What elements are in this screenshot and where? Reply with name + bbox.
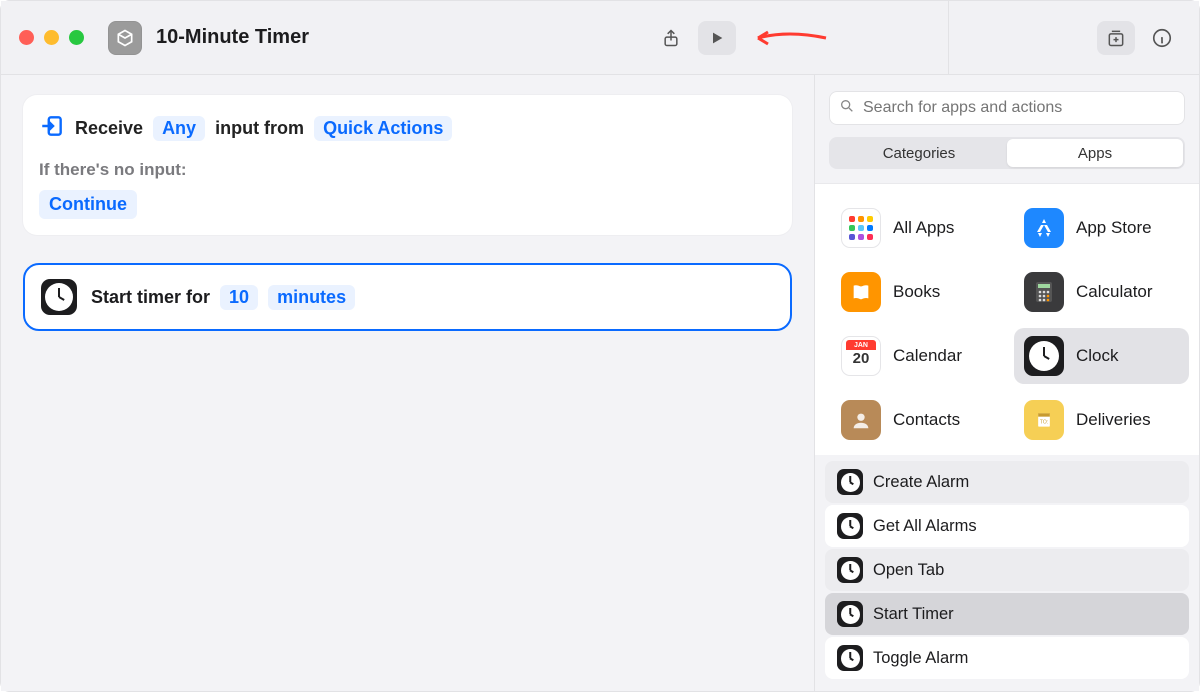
app-label: Contacts <box>893 410 960 430</box>
action-label: Create Alarm <box>873 473 969 492</box>
shortcut-icon <box>108 21 142 55</box>
page-title: 10-Minute Timer <box>156 26 309 49</box>
action-row-start-timer[interactable]: Start Timer <box>825 593 1189 635</box>
library-button[interactable] <box>1097 21 1135 55</box>
clock-actions-list: Create Alarm Get All Alarms Open Tab Sta… <box>815 455 1199 691</box>
app-item-clock[interactable]: Clock <box>1014 328 1189 384</box>
action-label: Get All Alarms <box>873 517 977 536</box>
titlebar: 10-Minute Timer <box>1 1 1199 75</box>
calculator-icon <box>1024 272 1064 312</box>
sidebar-tabs: Categories Apps <box>829 137 1185 169</box>
receive-mid: input from <box>215 118 304 139</box>
deliveries-icon: TO: <box>1024 400 1064 440</box>
start-timer-action-card[interactable]: Start timer for 10 minutes <box>23 263 792 331</box>
app-item-calendar[interactable]: JAN 20 Calendar <box>831 328 1006 384</box>
tab-apps[interactable]: Apps <box>1007 139 1183 167</box>
search-input[interactable] <box>863 99 1175 117</box>
action-row-create-alarm[interactable]: Create Alarm <box>825 461 1189 503</box>
app-label: Deliveries <box>1076 410 1151 430</box>
app-label: Calculator <box>1076 282 1153 302</box>
input-source-token[interactable]: Quick Actions <box>314 116 452 141</box>
calendar-icon: JAN 20 <box>841 336 881 376</box>
app-item-contacts[interactable]: Contacts <box>831 392 1006 448</box>
apps-list[interactable]: All Apps App Store Books <box>815 183 1199 455</box>
app-label: App Store <box>1076 218 1152 238</box>
clock-icon <box>837 557 863 583</box>
clock-icon <box>837 513 863 539</box>
body: Receive Any input from Quick Actions If … <box>1 75 1199 691</box>
action-row-open-tab[interactable]: Open Tab <box>825 549 1189 591</box>
close-window-button[interactable] <box>19 30 34 45</box>
app-store-icon <box>1024 208 1064 248</box>
action-label: Open Tab <box>873 561 944 580</box>
workflow-editor: Receive Any input from Quick Actions If … <box>1 75 815 691</box>
window-controls <box>19 30 84 45</box>
search-icon <box>839 98 855 119</box>
timer-duration-token[interactable]: 10 <box>220 285 258 310</box>
clock-icon <box>41 279 77 315</box>
action-label: Start timer for <box>91 287 210 308</box>
app-label: All Apps <box>893 218 954 238</box>
receive-input-card[interactable]: Receive Any input from Quick Actions If … <box>23 95 792 235</box>
svg-text:TO:: TO: <box>1040 419 1048 425</box>
tab-categories[interactable]: Categories <box>831 139 1007 167</box>
run-button[interactable] <box>698 21 736 55</box>
books-icon <box>841 272 881 312</box>
shortcuts-window: 10-Minute Timer <box>0 0 1200 692</box>
app-label: Calendar <box>893 346 962 366</box>
clock-icon <box>837 469 863 495</box>
app-label: Clock <box>1076 346 1119 366</box>
zoom-window-button[interactable] <box>69 30 84 45</box>
action-row-toggle-alarm[interactable]: Toggle Alarm <box>825 637 1189 679</box>
annotation-arrow <box>748 28 828 48</box>
app-item-all-apps[interactable]: All Apps <box>831 200 1006 256</box>
contacts-icon <box>841 400 881 440</box>
no-input-label: If there's no input: <box>39 160 776 180</box>
app-item-deliveries[interactable]: TO: Deliveries <box>1014 392 1189 448</box>
input-type-token[interactable]: Any <box>153 116 205 141</box>
actions-sidebar: Categories Apps All Apps <box>815 75 1199 691</box>
receive-label: Receive <box>75 118 143 139</box>
minimize-window-button[interactable] <box>44 30 59 45</box>
no-input-behavior-token[interactable]: Continue <box>39 190 137 219</box>
share-button[interactable] <box>652 21 690 55</box>
action-label: Toggle Alarm <box>873 649 968 668</box>
action-label: Start Timer <box>873 605 954 624</box>
app-item-app-store[interactable]: App Store <box>1014 200 1189 256</box>
input-icon <box>39 113 65 144</box>
all-apps-icon <box>841 208 881 248</box>
clock-icon <box>837 601 863 627</box>
app-label: Books <box>893 282 940 302</box>
action-row-get-all-alarms[interactable]: Get All Alarms <box>825 505 1189 547</box>
clock-icon <box>1024 336 1064 376</box>
app-item-calculator[interactable]: Calculator <box>1014 264 1189 320</box>
timer-unit-token[interactable]: minutes <box>268 285 355 310</box>
clock-icon <box>837 645 863 671</box>
app-item-books[interactable]: Books <box>831 264 1006 320</box>
info-button[interactable] <box>1143 21 1181 55</box>
search-box[interactable] <box>829 91 1185 125</box>
